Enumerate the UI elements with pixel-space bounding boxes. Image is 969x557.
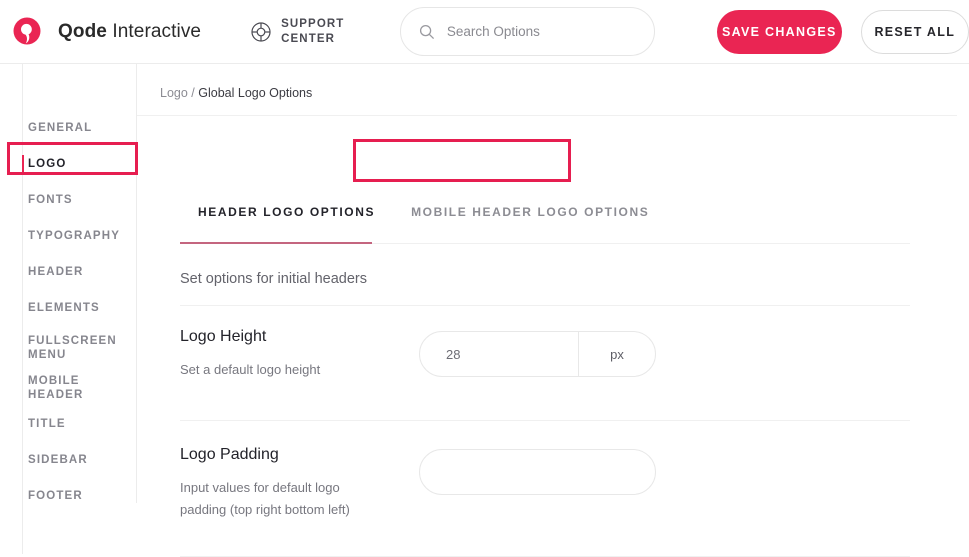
sidebar-item-fullscreen-menu[interactable]: FULLSCREEN MENU bbox=[0, 326, 136, 370]
sidebar-item-typography[interactable]: TYPOGRAPHY bbox=[0, 218, 136, 254]
sidebar-item-label: HEADER bbox=[28, 266, 84, 278]
top-header-bar: Qode Interactive SUPPORT CENTER SAVE CHA… bbox=[0, 0, 969, 64]
tab-bar: HEADER LOGO OPTIONS MOBILE HEADER LOGO O… bbox=[180, 205, 667, 233]
field-help-text: Input values for default logo padding (t… bbox=[180, 480, 350, 517]
active-marker bbox=[22, 155, 24, 173]
sidebar-item-logo[interactable]: LOGO bbox=[0, 146, 136, 182]
sidebar-item-elements[interactable]: ELEMENTS bbox=[0, 290, 136, 326]
qode-circle-logo-icon bbox=[8, 13, 46, 51]
sidebar-item-sidebar[interactable]: SIDEBAR bbox=[0, 442, 136, 478]
search-box[interactable] bbox=[399, 7, 655, 56]
brand[interactable]: Qode Interactive bbox=[8, 13, 201, 51]
save-changes-button[interactable]: SAVE CHANGES bbox=[716, 9, 842, 54]
breadcrumb-divider bbox=[137, 115, 957, 116]
field-logo-height: Logo Height Set a default logo height 28… bbox=[180, 328, 910, 428]
sidebar-item-label: TITLE bbox=[28, 418, 66, 430]
field-help-text: Set a default logo height bbox=[180, 362, 321, 377]
section-description: Set options for initial headers bbox=[180, 271, 367, 287]
search-icon bbox=[419, 24, 435, 40]
search-input[interactable] bbox=[446, 24, 636, 39]
sidebar-item-label: LOGO bbox=[28, 158, 67, 170]
sidebar-item-label: ELEMENTS bbox=[28, 302, 100, 314]
support-center-label: SUPPORT CENTER bbox=[281, 17, 345, 45]
tab-mobile-header-logo-options[interactable]: MOBILE HEADER LOGO OPTIONS bbox=[393, 205, 667, 233]
section-divider-2 bbox=[180, 420, 910, 421]
logo-height-input-group[interactable]: 28 px bbox=[419, 331, 656, 377]
logo-height-unit: px bbox=[578, 332, 655, 376]
support-center-link[interactable]: SUPPORT CENTER bbox=[250, 17, 347, 47]
breadcrumb-separator: / bbox=[191, 86, 195, 100]
reset-all-button[interactable]: RESET ALL bbox=[860, 9, 969, 54]
breadcrumb-parent[interactable]: Logo bbox=[160, 86, 188, 100]
sidebar-item-label: MOBILE HEADER bbox=[28, 375, 84, 401]
brand-name-regular: Interactive bbox=[106, 20, 202, 42]
section-divider-1 bbox=[180, 305, 910, 306]
breadcrumb-current: Global Logo Options bbox=[198, 86, 313, 100]
sidebar-item-label: FULLSCREEN MENU bbox=[28, 335, 117, 361]
sidebar-item-title[interactable]: TITLE bbox=[0, 406, 136, 442]
breadcrumb: Logo / Global Logo Options bbox=[137, 64, 969, 100]
sidebar-item-fonts[interactable]: FONTS bbox=[0, 182, 136, 218]
tab-header-logo-options[interactable]: HEADER LOGO OPTIONS bbox=[180, 205, 393, 233]
sidebar-item-label: GENERAL bbox=[28, 122, 93, 134]
sidebar-item-general[interactable]: GENERAL bbox=[0, 110, 136, 146]
main-content: Logo / Global Logo Options HEADER LOGO O… bbox=[137, 64, 969, 557]
sidebar-item-label: FOOTER bbox=[28, 490, 83, 502]
logo-padding-value[interactable] bbox=[420, 450, 655, 494]
sidebar-item-mobile-header[interactable]: MOBILE HEADER bbox=[0, 370, 136, 406]
sidebar-item-label: SIDEBAR bbox=[28, 454, 88, 466]
sidebar-item-label: TYPOGRAPHY bbox=[28, 230, 121, 242]
sidebar-item-label: FONTS bbox=[28, 194, 73, 206]
field-logo-padding: Logo Padding Input values for default lo… bbox=[180, 446, 910, 556]
brand-name: Qode Interactive bbox=[58, 21, 201, 43]
sidebar-item-header[interactable]: HEADER bbox=[0, 254, 136, 290]
brand-name-bold: Qode bbox=[58, 20, 107, 42]
logo-height-value[interactable]: 28 bbox=[420, 332, 578, 376]
logo-padding-input-group[interactable] bbox=[419, 449, 656, 495]
active-tab-underline bbox=[180, 242, 372, 244]
sidebar: GENERAL LOGO FONTS TYPOGRAPHY HEADER ELE… bbox=[0, 64, 137, 554]
lifebuoy-icon bbox=[250, 21, 272, 43]
sidebar-item-footer[interactable]: FOOTER bbox=[0, 478, 136, 514]
